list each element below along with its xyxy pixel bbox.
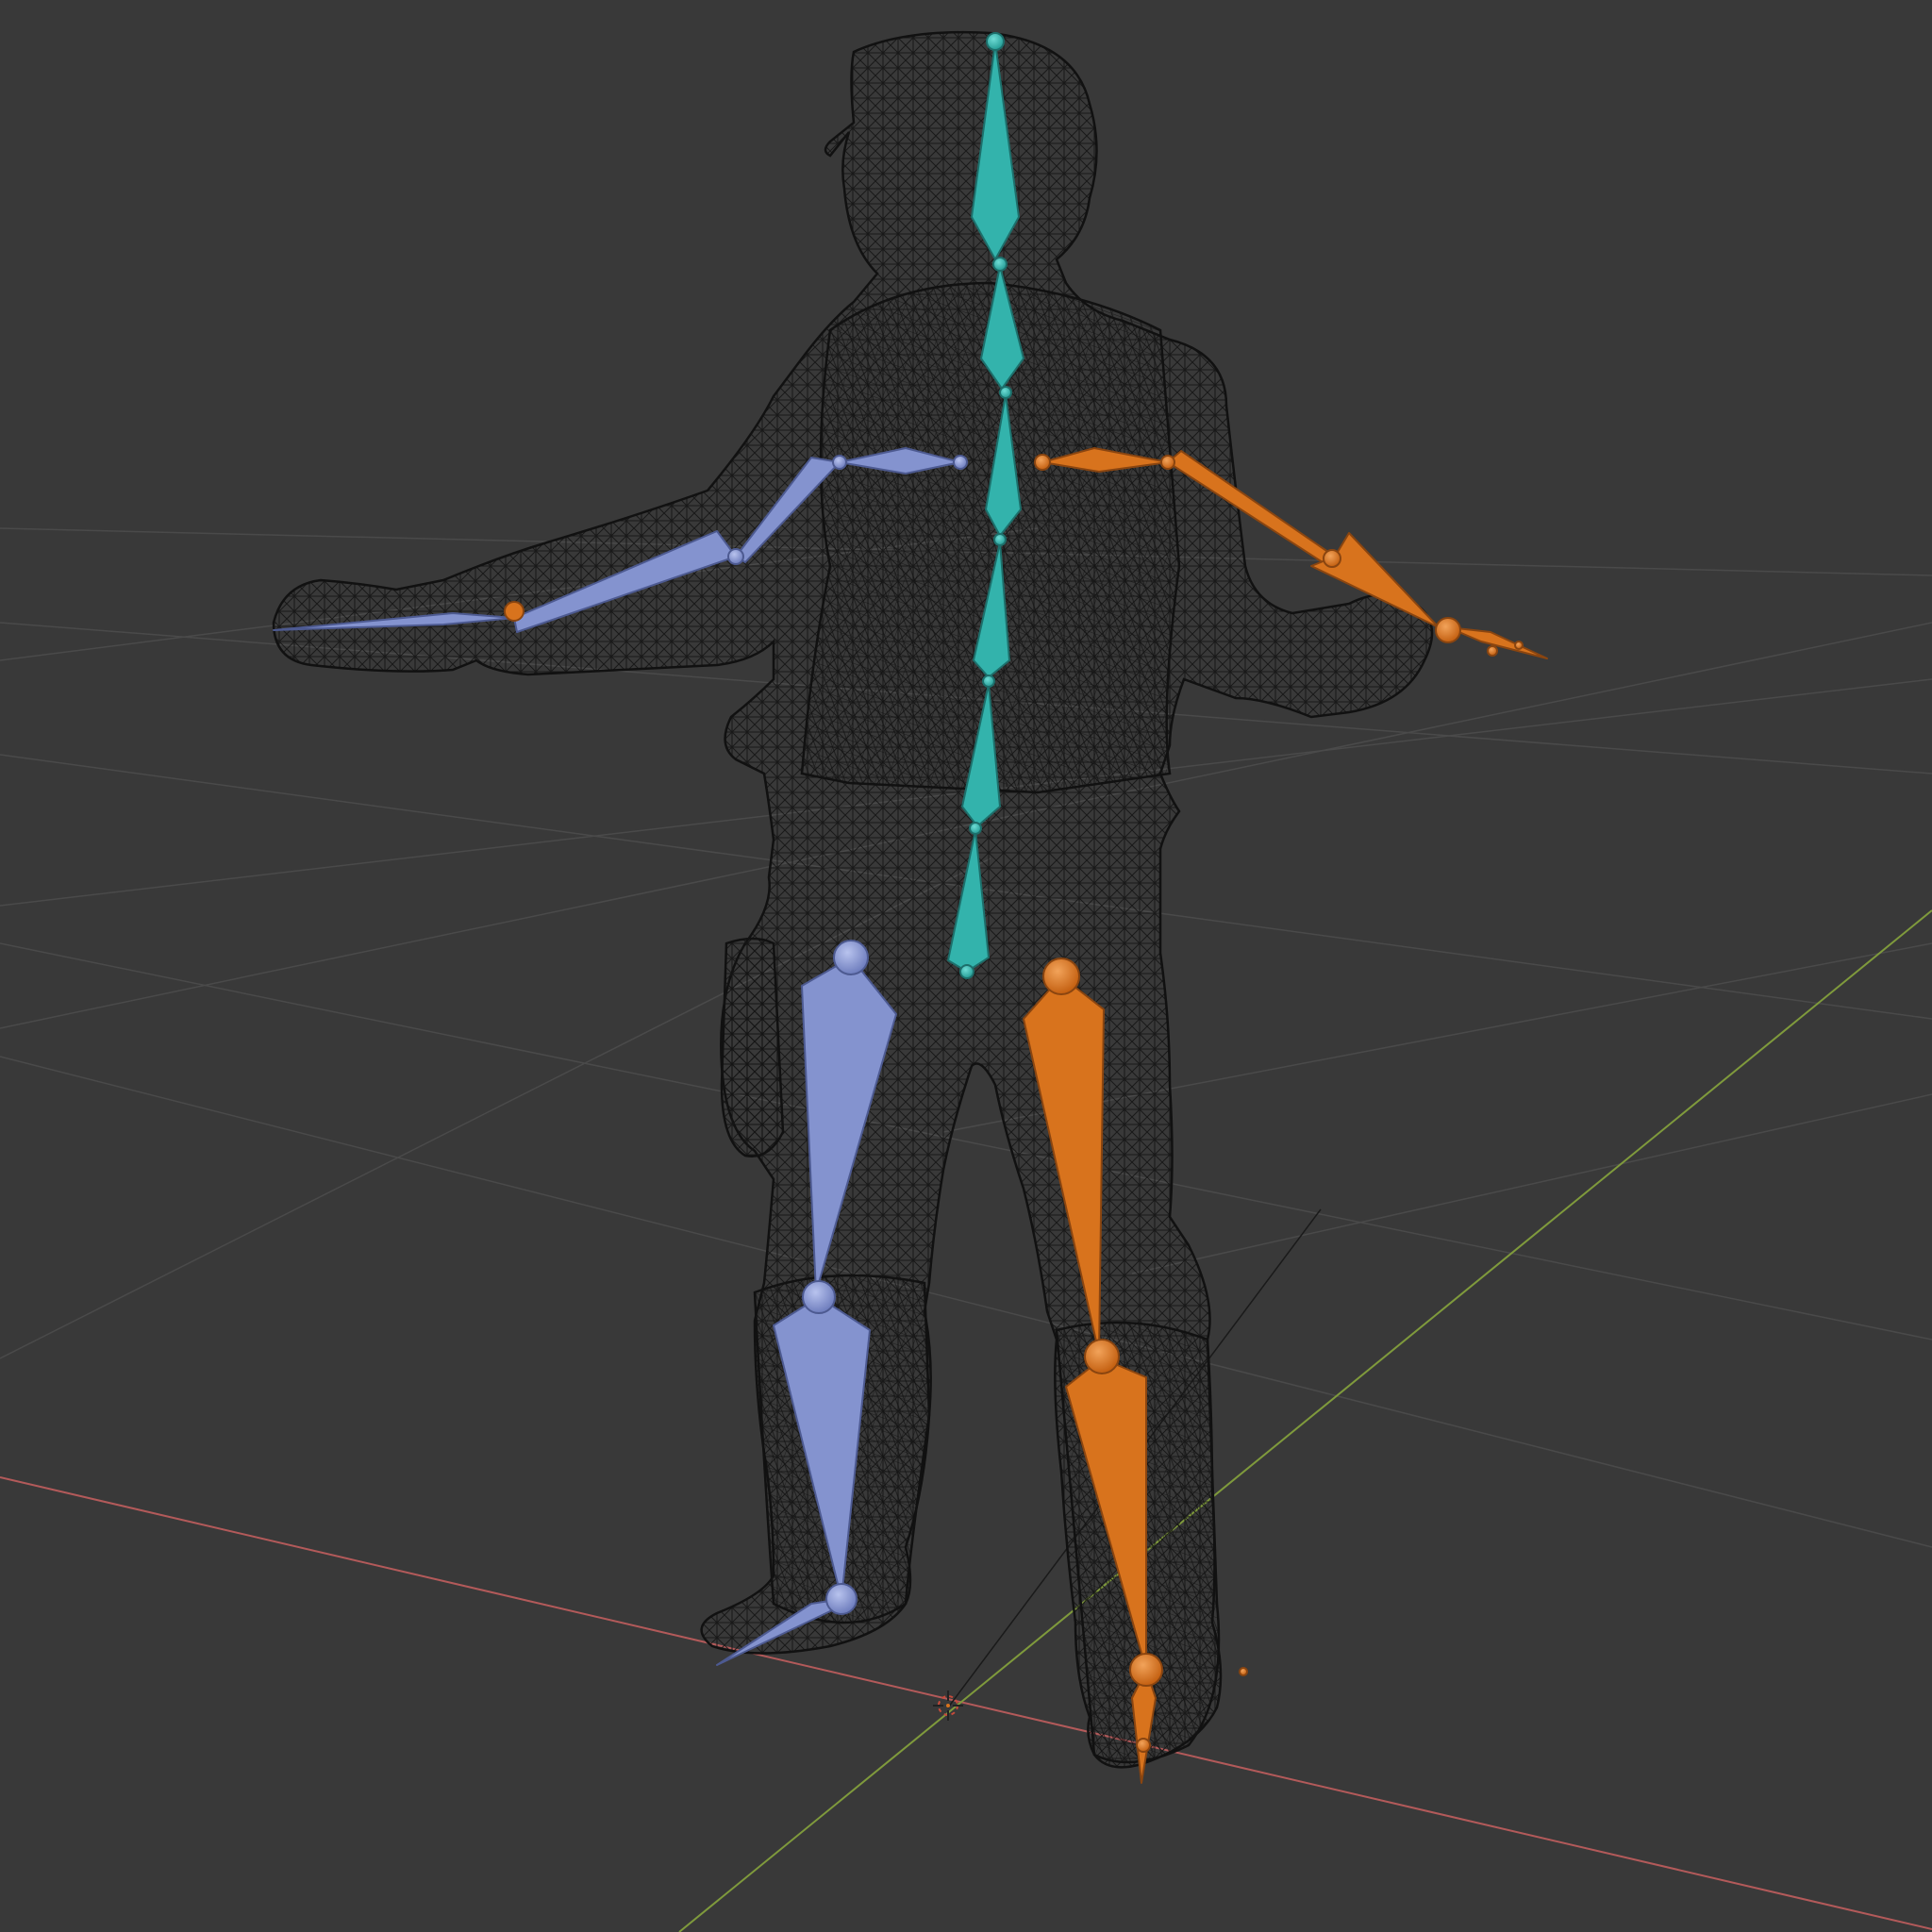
joint-elbow-r[interactable] [1323, 549, 1341, 568]
character-mesh[interactable] [272, 30, 1434, 1769]
joint-spine[interactable] [969, 822, 982, 835]
joint-clavicle-l[interactable] [832, 455, 847, 470]
joint-neck[interactable] [992, 257, 1008, 272]
joint-hip-l[interactable] [833, 940, 869, 975]
x-axis-line [0, 1476, 1932, 1930]
joint-knee-r[interactable] [1084, 1339, 1120, 1374]
joint-hip-r[interactable] [1042, 958, 1080, 995]
joint-heel-r[interactable] [1239, 1667, 1248, 1676]
joint-knee-l[interactable] [802, 1280, 836, 1314]
3d-cursor-icon[interactable] [933, 1690, 963, 1721]
3d-viewport[interactable] [0, 0, 1932, 1932]
joint-spine[interactable] [982, 675, 995, 688]
joint-spine[interactable] [993, 533, 1007, 546]
joint-wrist-l[interactable] [504, 601, 525, 622]
grid-line [0, 1056, 1932, 1548]
joint-toe-r[interactable] [1136, 1738, 1151, 1753]
joint-finger-r[interactable] [1514, 641, 1524, 650]
mesh-holster [720, 937, 785, 1158]
grid-line [1131, 1093, 1932, 1274]
joint-ankle-r[interactable] [1129, 1653, 1163, 1687]
joint-clavicle-r[interactable] [1160, 455, 1175, 470]
joint-root[interactable] [959, 964, 974, 979]
joint-finger-r[interactable] [1487, 645, 1498, 657]
joint-ankle-l[interactable] [825, 1583, 858, 1615]
bone-hand-r[interactable] [1447, 626, 1548, 659]
joint-wrist-r[interactable] [1435, 617, 1461, 643]
joint-spine[interactable] [999, 386, 1012, 399]
joint-head-tip[interactable] [986, 32, 1005, 51]
joint-shoulder-l[interactable] [953, 455, 968, 470]
viewport-canvas[interactable] [0, 0, 1932, 1932]
joint-shoulder-r[interactable] [1034, 454, 1051, 471]
joint-elbow-l[interactable] [727, 548, 744, 565]
